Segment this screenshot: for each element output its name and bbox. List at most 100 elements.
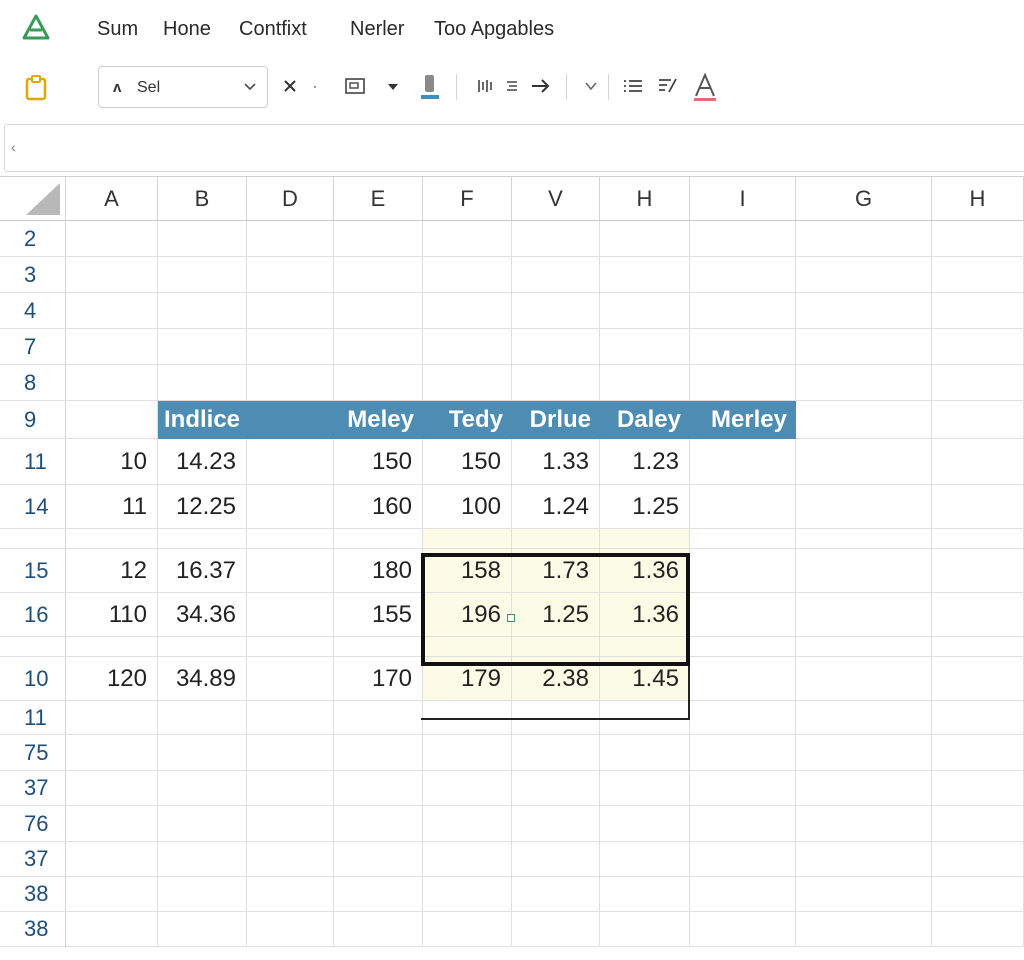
- grid-cell[interactable]: [932, 529, 1024, 549]
- grid-cell[interactable]: [512, 257, 600, 293]
- grid-cell[interactable]: [796, 549, 932, 593]
- grid-cell[interactable]: [247, 701, 334, 735]
- grid-cell[interactable]: [512, 842, 600, 877]
- table-cell[interactable]: 12: [66, 549, 158, 593]
- grid-cell[interactable]: [158, 842, 247, 877]
- row-header[interactable]: [0, 637, 66, 657]
- grid-cell[interactable]: [796, 529, 932, 549]
- column-header[interactable]: F: [423, 177, 512, 221]
- grid-cell[interactable]: [600, 221, 690, 257]
- table-cell[interactable]: 10: [66, 439, 158, 485]
- table-header-cell[interactable]: Meley: [334, 401, 423, 439]
- grid-cell[interactable]: [66, 877, 158, 912]
- row-header[interactable]: 38: [0, 912, 66, 947]
- row-header[interactable]: 76: [0, 806, 66, 842]
- table-cell[interactable]: 110: [66, 593, 158, 637]
- table-header-cell[interactable]: Indlice: [158, 401, 247, 439]
- arrow-right-icon[interactable]: [530, 77, 552, 95]
- grid-cell[interactable]: [66, 221, 158, 257]
- column-header[interactable]: H: [600, 177, 690, 221]
- grid-cell[interactable]: [932, 877, 1024, 912]
- grid-cell[interactable]: [796, 771, 932, 806]
- grid-cell[interactable]: [423, 771, 512, 806]
- grid-cell[interactable]: [158, 529, 247, 549]
- grid-cell[interactable]: [512, 329, 600, 365]
- grid-cell[interactable]: [66, 701, 158, 735]
- grid-cell[interactable]: [247, 365, 334, 401]
- grid-cell[interactable]: [247, 529, 334, 549]
- menu-item-too-apgables[interactable]: Too Apgables: [434, 18, 554, 41]
- grid-cell[interactable]: [334, 529, 423, 549]
- grid-cell[interactable]: [932, 842, 1024, 877]
- grid-cell[interactable]: [334, 365, 423, 401]
- column-header[interactable]: A: [66, 177, 158, 221]
- table-cell[interactable]: 1.24: [512, 485, 600, 529]
- row-header[interactable]: 37: [0, 771, 66, 806]
- grid-cell[interactable]: [334, 701, 423, 735]
- grid-cell[interactable]: [247, 329, 334, 365]
- row-header[interactable]: 8: [0, 365, 66, 401]
- grid-cell[interactable]: [796, 637, 932, 657]
- grid-cell[interactable]: [334, 771, 423, 806]
- table-cell[interactable]: 12.25: [158, 485, 247, 529]
- grid-cell[interactable]: [158, 771, 247, 806]
- font-color-icon[interactable]: [692, 72, 718, 102]
- column-header[interactable]: V: [512, 177, 600, 221]
- grid-cell[interactable]: [66, 842, 158, 877]
- grid-cell[interactable]: [690, 842, 796, 877]
- grid-cell[interactable]: [158, 293, 247, 329]
- grid-cell[interactable]: [66, 912, 158, 947]
- caret-down-icon[interactable]: [387, 82, 399, 92]
- table-header-cell[interactable]: [247, 401, 334, 439]
- grid-cell[interactable]: [796, 657, 932, 701]
- grid-cell[interactable]: [932, 735, 1024, 771]
- grid-cell[interactable]: [512, 912, 600, 947]
- column-header[interactable]: B: [158, 177, 247, 221]
- grid-cell[interactable]: [158, 735, 247, 771]
- grid-cell[interactable]: [600, 293, 690, 329]
- grid-cell[interactable]: [932, 293, 1024, 329]
- close-icon[interactable]: [282, 78, 298, 94]
- grid-cell[interactable]: [66, 401, 158, 439]
- grid-cell[interactable]: [423, 365, 512, 401]
- grid-cell[interactable]: [932, 221, 1024, 257]
- row-header[interactable]: 75: [0, 735, 66, 771]
- grid-cell[interactable]: [512, 529, 600, 549]
- table-cell[interactable]: 11: [66, 485, 158, 529]
- grid-cell[interactable]: [158, 806, 247, 842]
- grid-cell[interactable]: [796, 842, 932, 877]
- table-cell[interactable]: 1.36: [600, 549, 690, 593]
- grid-cell[interactable]: [512, 877, 600, 912]
- grid-cell[interactable]: [423, 637, 512, 657]
- grid-cell[interactable]: [247, 912, 334, 947]
- grid-cell[interactable]: [690, 293, 796, 329]
- grid-cell[interactable]: [66, 529, 158, 549]
- grid-cell[interactable]: [423, 529, 512, 549]
- grid-cell[interactable]: [247, 806, 334, 842]
- grid-cell[interactable]: [512, 771, 600, 806]
- row-header[interactable]: 14: [0, 485, 66, 529]
- table-header-cell[interactable]: Daley: [600, 401, 690, 439]
- grid-cell[interactable]: [247, 657, 334, 701]
- column-header[interactable]: G: [796, 177, 932, 221]
- grid-cell[interactable]: [247, 485, 334, 529]
- grid-cell[interactable]: [512, 365, 600, 401]
- grid-cell[interactable]: [600, 637, 690, 657]
- grid-cell[interactable]: [66, 293, 158, 329]
- row-header[interactable]: 9: [0, 401, 66, 439]
- grid-cell[interactable]: [247, 593, 334, 637]
- selection-fill-handle[interactable]: [507, 614, 515, 622]
- grid-cell[interactable]: [796, 257, 932, 293]
- grid-cell[interactable]: [247, 221, 334, 257]
- grid-cell[interactable]: [690, 735, 796, 771]
- grid-cell[interactable]: [600, 257, 690, 293]
- table-cell[interactable]: 16.37: [158, 549, 247, 593]
- grid-cell[interactable]: [423, 806, 512, 842]
- grid-cell[interactable]: [423, 221, 512, 257]
- grid-cell[interactable]: [158, 877, 247, 912]
- grid-cell[interactable]: [600, 529, 690, 549]
- grid-cell[interactable]: [796, 877, 932, 912]
- row-header[interactable]: 3: [0, 257, 66, 293]
- grid-cell[interactable]: [512, 735, 600, 771]
- grid-cell[interactable]: [796, 439, 932, 485]
